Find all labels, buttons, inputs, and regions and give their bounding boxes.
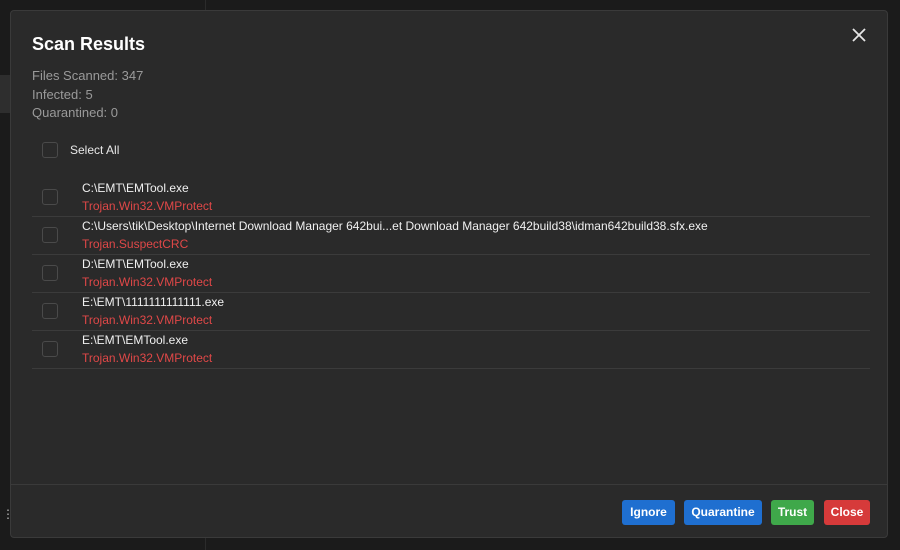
scan-result-row[interactable]: E:\EMT\1111111111111.exe Trojan.Win32.VM… [32,293,870,331]
file-path: E:\EMT\1111111111111.exe [82,295,225,309]
threat-name: Trojan.SuspectCRC [82,237,189,251]
result-checkbox[interactable] [42,227,58,243]
scan-result-row[interactable]: E:\EMT\EMTool.exe Trojan.Win32.VMProtect [32,331,870,369]
threat-name: Trojan.Win32.VMProtect [82,275,213,289]
scan-results-dialog: Scan Results Files Scanned: 347 Infected… [10,10,888,538]
quarantine-button[interactable]: Quarantine [684,500,762,525]
dialog-title: Scan Results [32,34,146,54]
trust-button[interactable]: Trust [771,500,814,525]
quarantined-stat: Quarantined: 0 [32,105,119,120]
infected-stat: Infected: 5 [32,86,93,102]
background-sidebar-highlight [0,75,10,113]
scan-result-list: C:\EMT\EMTool.exe Trojan.Win32.VMProtect… [32,179,870,369]
close-icon[interactable] [849,25,869,45]
threat-name: Trojan.Win32.VMProtect [82,313,213,327]
threat-name: Trojan.Win32.VMProtect [82,351,213,365]
scan-result-row[interactable]: D:\EMT\EMTool.exe Trojan.Win32.VMProtect [32,255,870,293]
result-checkbox[interactable] [42,189,58,205]
file-path: E:\EMT\EMTool.exe [82,333,189,347]
select-all-control[interactable]: Select All [42,142,119,158]
result-checkbox[interactable] [42,265,58,281]
file-path: C:\EMT\EMTool.exe [82,181,189,195]
close-button[interactable]: Close [824,500,870,525]
scan-stats: Files Scanned: 347 Infected: 5 Quarantin… [32,67,143,123]
result-checkbox[interactable] [42,341,58,357]
select-all-checkbox[interactable] [42,142,58,158]
scan-result-row[interactable]: C:\EMT\EMTool.exe Trojan.Win32.VMProtect [32,179,870,217]
ignore-button[interactable]: Ignore [622,500,675,525]
scan-result-row[interactable]: C:\Users\tik\Desktop\Internet Download M… [32,217,870,255]
menu-icon[interactable]: ⋮ [2,506,14,522]
threat-name: Trojan.Win32.VMProtect [82,199,213,213]
result-checkbox[interactable] [42,303,58,319]
files-scanned-stat: Files Scanned: 347 [32,68,144,83]
footer-divider [11,484,887,485]
file-path: D:\EMT\EMTool.exe [82,257,189,271]
select-all-label: Select All [70,143,120,157]
file-path: C:\Users\tik\Desktop\Internet Download M… [82,219,708,233]
